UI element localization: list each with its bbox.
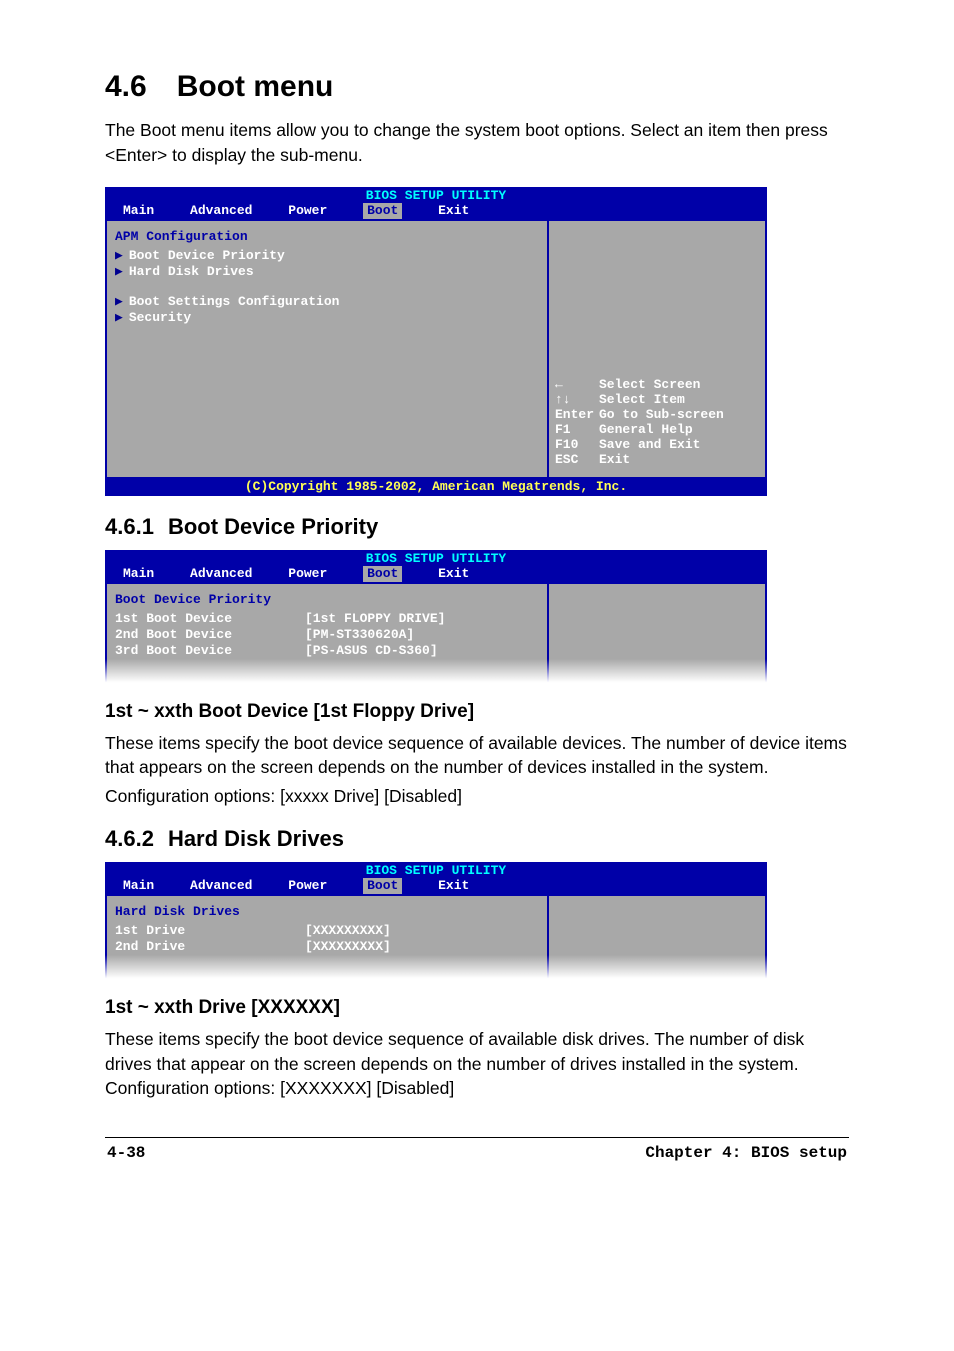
subsection-number: 4.6.1 [105,514,154,540]
section-number: 4.6 [105,70,147,104]
bios-help-line: F10Save and Exit [555,437,759,452]
bios-tab-advanced: Advanced [190,203,252,219]
section-intro: The Boot menu items allow you to change … [105,118,849,169]
bios-item: ▶Boot Settings Configuration [115,294,541,310]
bios-tab-exit: Exit [438,878,469,894]
bios-screenshot-boot-priority: BIOS SETUP UTILITY Main Advanced Power B… [105,550,767,685]
section-title-text: Boot menu [177,70,334,103]
page-footer: 4-38 Chapter 4: BIOS setup [105,1137,849,1162]
bios-tab-main: Main [123,566,154,582]
bios-tab-main: Main [123,878,154,894]
bios-tab-power: Power [288,203,327,219]
bios-kv-row: 2nd Boot Device[PM-ST330620A] [115,627,541,643]
subsection-title-text: Boot Device Priority [168,514,378,539]
bios-tab-boot: Boot [363,566,402,582]
option-heading: 1st ~ xxth Drive [XXXXXX] [105,997,849,1019]
bios-section-head: Boot Device Priority [115,592,541,607]
bios-title-bar: BIOS SETUP UTILITY [105,550,767,566]
bios-tab-power: Power [288,566,327,582]
bios-help-line: ↑↓Select Item [555,392,759,407]
chapter-label: Chapter 4: BIOS setup [645,1144,847,1162]
submenu-arrow-icon: ▶ [115,294,123,309]
bios-tab-advanced: Advanced [190,878,252,894]
bios-screenshot-hard-disk-drives: BIOS SETUP UTILITY Main Advanced Power B… [105,862,767,981]
bios-help-line: EnterGo to Sub-screen [555,407,759,422]
bios-tab-boot: Boot [363,203,402,219]
bios-tab-boot: Boot [363,878,402,894]
bios-tab-bar: Main Advanced Power Boot Exit [105,566,767,584]
bios-item: ▶Hard Disk Drives [115,264,541,280]
subsection-heading: 4.6.2 Hard Disk Drives [105,826,849,852]
bios-item: ▶Boot Device Priority [115,248,541,264]
bios-tab-advanced: Advanced [190,566,252,582]
bios-section-head: Hard Disk Drives [115,904,541,919]
bios-help-line: ←Select Screen [555,377,759,392]
bios-section-head: APM Configuration [115,229,541,244]
page-number: 4-38 [107,1144,145,1162]
bios-tab-main: Main [123,203,154,219]
section-heading: 4.6 Boot menu [105,70,849,104]
bios-tab-bar: Main Advanced Power Boot Exit [105,203,767,221]
bios-kv-row: 3rd Boot Device[PS-ASUS CD-S360] [115,643,541,659]
subsection-heading: 4.6.1 Boot Device Priority [105,514,849,540]
option-description: These items specify the boot device sequ… [105,731,849,780]
bios-help-line: ESCExit [555,452,759,467]
bios-kv-row: 1st Drive[XXXXXXXXX] [115,923,541,939]
bios-help-line: F1General Help [555,422,759,437]
option-config: Configuration options: [xxxxx Drive] [Di… [105,784,849,809]
bios-title-bar: BIOS SETUP UTILITY [105,862,767,878]
bios-screenshot-boot-menu: BIOS SETUP UTILITY Main Advanced Power B… [105,187,767,496]
option-heading: 1st ~ xxth Boot Device [1st Floppy Drive… [105,701,849,723]
submenu-arrow-icon: ▶ [115,310,123,325]
bios-title-bar: BIOS SETUP UTILITY [105,187,767,203]
submenu-arrow-icon: ▶ [115,264,123,279]
bios-kv-row: 1st Boot Device[1st FLOPPY DRIVE] [115,611,541,627]
subsection-number: 4.6.2 [105,826,154,852]
bios-copyright: (C)Copyright 1985-2002, American Megatre… [105,479,767,496]
subsection-title-text: Hard Disk Drives [168,826,344,851]
option-description: These items specify the boot device sequ… [105,1027,849,1101]
bios-tab-exit: Exit [438,566,469,582]
bios-tab-exit: Exit [438,203,469,219]
bios-kv-row: 2nd Drive[XXXXXXXXX] [115,939,541,955]
bios-tab-bar: Main Advanced Power Boot Exit [105,878,767,896]
submenu-arrow-icon: ▶ [115,248,123,263]
bios-tab-power: Power [288,878,327,894]
bios-item: ▶Security [115,310,541,326]
